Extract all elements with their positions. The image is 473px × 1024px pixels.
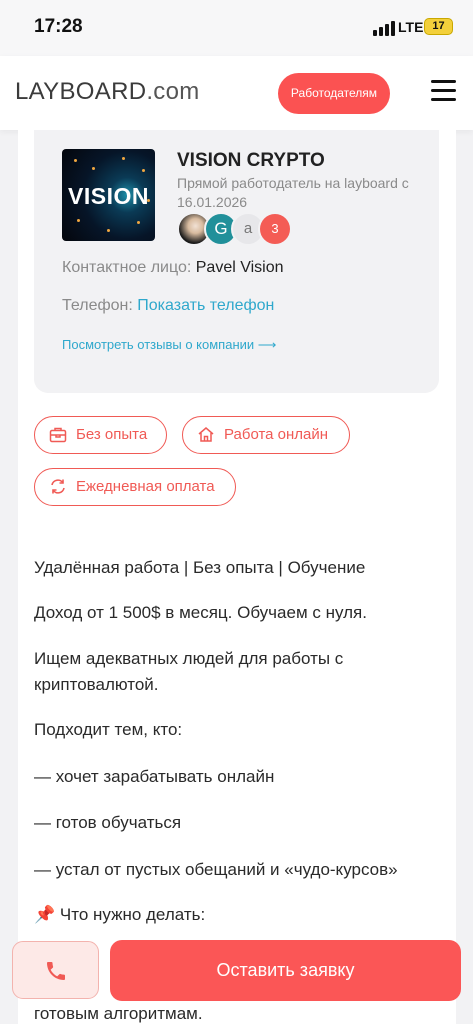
bottom-action-bar: Оставить заявку (0, 934, 473, 1024)
contact-label: Контактное лицо: (62, 259, 192, 276)
review-avatars: G a 3 (177, 212, 307, 246)
battery-icon: 17 (424, 18, 453, 35)
company-name[interactable]: VISION CRYPTO (177, 150, 325, 172)
apply-button[interactable]: Оставить заявку (110, 940, 461, 1001)
description-line: — устал от пустых обещаний и «чудо-курсо… (34, 860, 398, 879)
status-bar: 17:28 LTE 17 (0, 0, 473, 56)
tag-label: Работа онлайн (224, 426, 329, 443)
company-logo-text: VISION (68, 183, 149, 209)
company-subtitle: Прямой работодатель на layboard с 16.01.… (177, 175, 409, 210)
tag-no-experience: Без опыта (34, 416, 167, 454)
description-line: — готов обучаться (34, 813, 182, 832)
phone-icon (47, 962, 65, 980)
battery-level: 17 (432, 20, 445, 32)
hamburger-icon[interactable] (431, 80, 456, 101)
description-line: Доход от 1 500$ в месяц. Обучаем с нуля. (34, 603, 367, 622)
logo-main: LAYBOARD (15, 78, 147, 105)
status-time: 17:28 (34, 16, 83, 37)
tag-remote-work: Работа онлайн (182, 416, 350, 454)
employers-button[interactable]: Работодателям (278, 73, 390, 114)
description-line: Ищем адекватных людей для работы с крипт… (34, 649, 344, 694)
description-line: Подходит тем, кто: (34, 720, 183, 739)
description-line: — хочет зарабатывать онлайн (34, 767, 275, 786)
signal-icon (373, 21, 395, 36)
phone-label: Телефон: (62, 297, 133, 314)
show-phone-link[interactable]: Показать телефон (137, 297, 274, 314)
company-logo[interactable]: VISION (62, 149, 155, 241)
company-reviews-link[interactable]: Посмотреть отзывы о компании ⟶ (62, 337, 276, 353)
refresh-icon (51, 479, 65, 494)
phone-row: Телефон: Показать телефон (62, 297, 274, 315)
call-button[interactable] (12, 941, 99, 999)
home-icon (198, 427, 214, 442)
site-header: LAYBOARD.com Работодателям (0, 56, 473, 130)
contact-name: Pavel Vision (195, 259, 284, 276)
network-label: LTE (398, 19, 424, 35)
logo-domain: .com (146, 78, 200, 105)
tag-daily-payment: Ежедневная оплата (34, 468, 236, 506)
description-line: 📌 Что нужно делать: (34, 905, 206, 924)
tag-label: Без опыта (76, 426, 148, 443)
briefcase-icon (49, 427, 67, 443)
avatar-count: 3 (258, 212, 292, 246)
vacancy-content: VISION VISION CRYPTO Прямой работодатель… (18, 130, 456, 1024)
description-line: Удалённая работа | Без опыта | Обучение (34, 558, 366, 577)
company-card: VISION VISION CRYPTO Прямой работодатель… (34, 130, 439, 393)
contact-person: Контактное лицо: Pavel Vision (62, 259, 284, 277)
site-logo[interactable]: LAYBOARD.com (15, 78, 200, 106)
tag-label: Ежедневная оплата (76, 478, 215, 495)
